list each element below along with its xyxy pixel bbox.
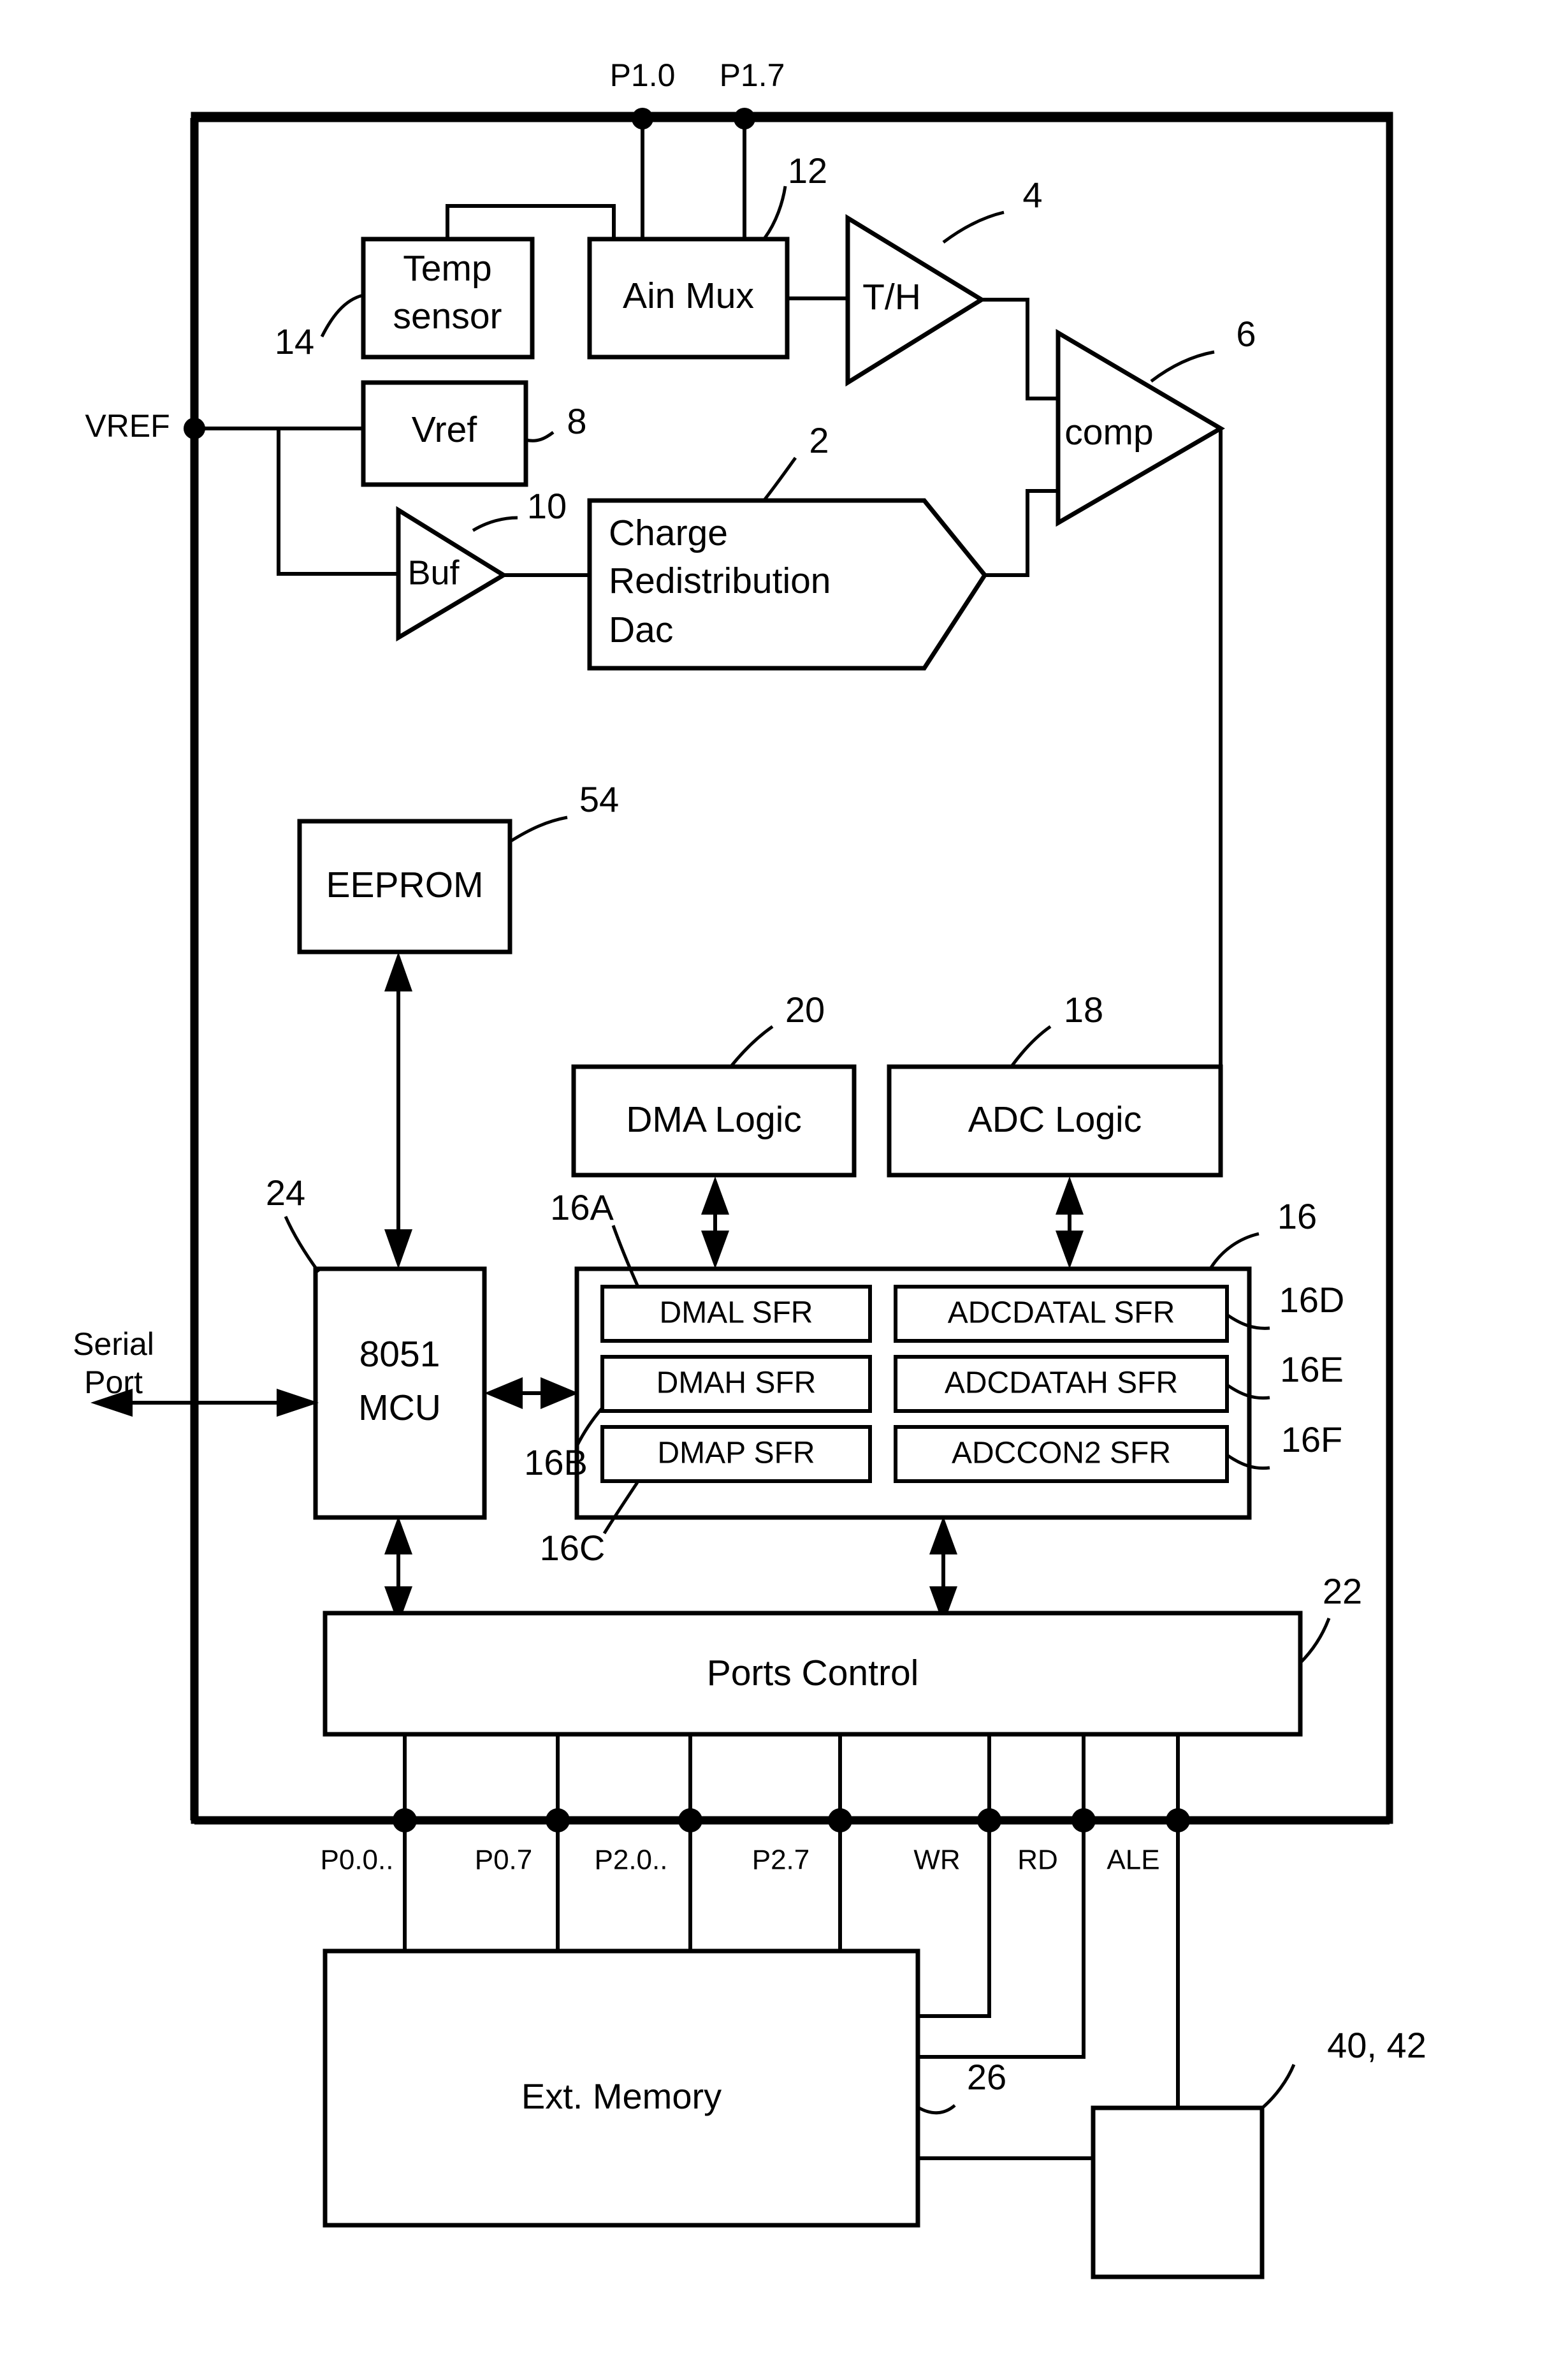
port-label-p2-7: P2.7	[752, 1845, 810, 1876]
pin-label-vref: VREF	[85, 408, 170, 444]
ref-numeral-bus-26: 26	[967, 2057, 1006, 2097]
port-label-p0-0: P0.0..	[321, 1845, 394, 1876]
arrowhead-up-eeprom	[384, 952, 412, 991]
ext-memory-label: Ext. Memory	[521, 2076, 722, 2116]
sfr-label-adcdatal: ADCDATAL SFR	[948, 1296, 1175, 1330]
adc-logic-label: ADC Logic	[968, 1099, 1142, 1140]
ref-numeral-adcdatal: 16D	[1279, 1280, 1345, 1320]
buf-label: Buf	[407, 553, 460, 592]
block-diagram-canvas: P1.0 P1.7 Temp sensor 14 Ain Mux 12 T/H …	[73, 57, 1426, 2279]
arrowhead-up-adc-logic	[1056, 1176, 1084, 1215]
arrowhead-right-sfr-mcu	[541, 1377, 579, 1409]
mcu-label-line2: MCU	[358, 1387, 441, 1428]
ref-numeral-vref-block: 8	[567, 401, 586, 441]
chip-boundary	[191, 112, 1393, 1824]
ports-control-label: Ports Control	[707, 1653, 919, 1693]
leader-dma-logic	[730, 1025, 774, 1067]
wire-dac-to-comp	[985, 489, 1058, 577]
port-label-ale: ALE	[1107, 1845, 1159, 1876]
comp-label: comp	[1064, 412, 1153, 453]
leader-ports-control	[1299, 1618, 1331, 1664]
leader-vref-block	[525, 431, 555, 442]
ref-numeral-dac: 2	[809, 420, 829, 460]
serial-port-label-line2: Port	[84, 1364, 143, 1400]
leader-ain-mux	[763, 186, 787, 239]
ref-numeral-dmal: 16A	[550, 1187, 614, 1227]
serial-port-label-line1: Serial	[73, 1326, 154, 1362]
patent-figure: P1.0 P1.7 Temp sensor 14 Ain Mux 12 T/H …	[0, 0, 1568, 2354]
ref-numeral-ports-control: 22	[1323, 1571, 1362, 1611]
ref-numeral-dmah: 16B	[524, 1442, 588, 1482]
dma-logic-label: DMA Logic	[626, 1099, 802, 1140]
dac-label-line3: Dac	[609, 610, 673, 650]
leader-buf	[472, 516, 518, 532]
ref-numeral-adccon2: 16F	[1281, 1419, 1343, 1459]
sfr-label-dmal: DMAL SFR	[660, 1296, 813, 1330]
arrowhead-up-mcu-ports	[384, 1516, 412, 1554]
th-label: T/H	[862, 277, 921, 318]
sfr-label-adcdatah: ADCDATAH SFR	[945, 1366, 1178, 1400]
ref-numeral-eeprom: 54	[579, 779, 619, 819]
temp-sensor-label-line1: Temp	[403, 248, 491, 289]
block-address-latch	[1091, 2105, 1265, 2279]
dac-label-line2: Redistribution	[609, 560, 831, 601]
arrowhead-down-mcu-eeprom	[384, 1229, 412, 1269]
sfr-label-dmap: DMAP SFR	[657, 1437, 815, 1470]
port-label-wr: WR	[913, 1845, 960, 1876]
arrowhead-down-dma-sfr	[701, 1231, 729, 1269]
ref-numeral-dmap: 16C	[540, 1528, 606, 1568]
temp-sensor-label-line2: sensor	[393, 296, 502, 337]
mcu-label-line1: 8051	[359, 1334, 440, 1375]
ref-numeral-mcu: 24	[266, 1173, 305, 1213]
port-label-p0-7: P0.7	[475, 1845, 533, 1876]
leader-mcu	[284, 1215, 321, 1273]
leader-comp	[1150, 350, 1215, 383]
sfr-label-dmah: DMAH SFR	[657, 1366, 817, 1400]
arrowhead-down-adc-sfr	[1056, 1231, 1084, 1269]
leader-adc-logic	[1010, 1025, 1052, 1067]
pin-label-p1-7: P1.7	[720, 57, 785, 93]
port-label-p2-0: P2.0..	[595, 1845, 668, 1876]
ref-numeral-th: 4	[1022, 175, 1042, 215]
arrowhead-up-dma-logic	[701, 1176, 729, 1215]
ref-numeral-sfr-group: 16	[1277, 1196, 1317, 1236]
leader-temp-sensor	[320, 293, 364, 338]
eeprom-label: EEPROM	[326, 865, 483, 905]
sfr-label-adccon2: ADCCON2 SFR	[952, 1437, 1171, 1470]
ref-numeral-dma-logic: 20	[785, 990, 825, 1030]
pin-label-p1-0: P1.0	[610, 57, 676, 93]
wire-th-to-comp	[982, 298, 1058, 400]
arrowhead-up-sfr-ports	[929, 1516, 957, 1554]
wire-temp-sensor-to-ain-mux	[446, 204, 616, 239]
ain-mux-label: Ain Mux	[623, 275, 754, 316]
ref-numeral-buf: 10	[527, 486, 567, 526]
arrowhead-right-serial-port	[277, 1389, 319, 1417]
leader-eeprom	[509, 815, 568, 844]
leader-dac	[764, 457, 797, 501]
ref-numeral-temp-sensor: 14	[275, 321, 314, 362]
ref-numeral-ain-mux: 12	[788, 150, 827, 191]
leader-address-latch	[1259, 2064, 1296, 2110]
port-label-rd: RD	[1017, 1845, 1058, 1876]
dac-label-line1: Charge	[609, 513, 728, 553]
ref-numeral-adc-logic: 18	[1064, 990, 1103, 1030]
leader-sfr-group	[1209, 1232, 1259, 1269]
ref-numeral-address-latch: 40, 42	[1327, 2025, 1426, 2065]
leader-bus-26	[917, 2104, 956, 2115]
vref-block-label: Vref	[412, 409, 477, 450]
leader-th	[942, 210, 1005, 244]
ref-numeral-adcdatah: 16E	[1280, 1349, 1344, 1389]
arrowhead-left-mcu-sfr	[484, 1377, 523, 1409]
port-drop-lines	[403, 1734, 1180, 1813]
ref-numeral-comp: 6	[1236, 314, 1256, 354]
